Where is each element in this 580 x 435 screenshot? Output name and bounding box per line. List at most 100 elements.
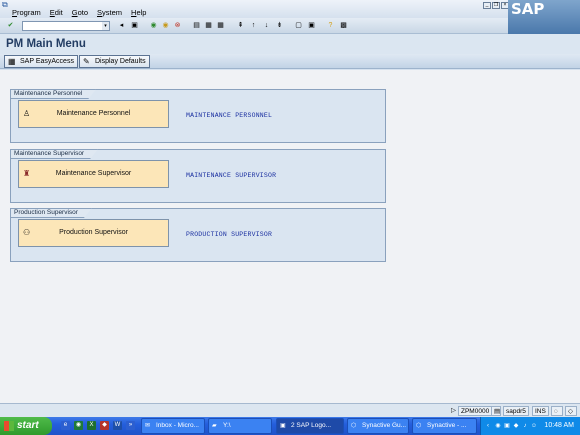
start-button[interactable]: start bbox=[0, 417, 52, 435]
tray-volume-icon[interactable]: ♪ bbox=[521, 422, 529, 430]
tray-network-icon[interactable]: ◉ bbox=[494, 422, 502, 430]
folder-icon: ▰ bbox=[212, 423, 217, 429]
internet-explorer-icon[interactable]: e bbox=[61, 421, 70, 430]
maintenance-supervisor-label: Maintenance Supervisor bbox=[55, 170, 132, 177]
taskbar-item-synactive-gui-label: Synactive Gu... bbox=[362, 422, 407, 429]
menu-items: Program Edit Goto System Help bbox=[12, 8, 155, 17]
title-bar: PM Main Menu bbox=[0, 34, 580, 54]
group-tab-maintenance-supervisor: Maintenance Supervisor bbox=[10, 149, 98, 159]
menu-bar: ⧉ Program Edit Goto System Help _ ❐ × bbox=[0, 0, 580, 18]
supervisor-icon: ♜ bbox=[23, 169, 31, 178]
content-area: Maintenance Personnel ♙ Maintenance Pers… bbox=[0, 70, 580, 403]
server-name: sapdr5 bbox=[503, 406, 529, 416]
command-field[interactable]: ▾ bbox=[22, 21, 110, 31]
enter-icon[interactable]: ✔ bbox=[5, 20, 16, 31]
taskbar-item-folder-label: Y:\ bbox=[223, 422, 231, 429]
outlook-icon: ✉ bbox=[145, 423, 151, 429]
group-maintenance-supervisor: Maintenance Supervisor ♜ Maintenance Sup… bbox=[10, 149, 386, 203]
maintenance-personnel-label: Maintenance Personnel bbox=[56, 110, 131, 117]
maintenance-supervisor-button[interactable]: ♜ Maintenance Supervisor bbox=[18, 160, 169, 188]
system-menu-icon[interactable]: ⧉ bbox=[2, 0, 8, 10]
input-mode[interactable]: INS bbox=[532, 406, 549, 416]
status-bar: ▷ ZPM0000 ▤ sapdr5 INS ◌ ◇ bbox=[0, 403, 580, 417]
binoculars-icon: ⚇ bbox=[23, 228, 31, 237]
save-icon[interactable]: ▣ bbox=[129, 20, 140, 31]
personnel-icon: ♙ bbox=[23, 109, 31, 118]
lock-icon: ◌ bbox=[551, 406, 563, 416]
tray-expand-icon[interactable]: ‹ bbox=[484, 422, 492, 430]
maintenance-personnel-button[interactable]: ♙ Maintenance Personnel bbox=[18, 100, 169, 128]
taskbar-item-synactive-label: Synactive - ... bbox=[427, 422, 467, 429]
status-end-icon: ◇ bbox=[565, 406, 577, 416]
sap-window-icon: ▣ bbox=[280, 423, 286, 429]
back-arrow-icon[interactable]: ◂ bbox=[116, 20, 127, 31]
group-production-supervisor: Production Supervisor ⚇ Production Super… bbox=[10, 208, 386, 262]
group-tab-maintenance-personnel: Maintenance Personnel bbox=[10, 89, 96, 99]
command-field-dropdown-icon[interactable]: ▾ bbox=[102, 22, 109, 30]
tray-messenger-icon[interactable]: ☺ bbox=[530, 422, 538, 430]
display-defaults-label: Display Defaults bbox=[95, 58, 146, 65]
status-expand-icon[interactable]: ▷ bbox=[449, 406, 458, 416]
restore-icon[interactable]: ❐ bbox=[492, 2, 500, 9]
start-label: start bbox=[17, 420, 39, 431]
taskbar-item-synactive[interactable]: ⬡ Synactive - ... bbox=[412, 418, 477, 434]
new-session-icon[interactable]: ▢ bbox=[293, 20, 304, 31]
production-supervisor-button[interactable]: ⚇ Production Supervisor bbox=[18, 219, 169, 247]
excel-icon[interactable]: X bbox=[87, 421, 96, 430]
quicklaunch-red-icon[interactable]: ◆ bbox=[100, 421, 109, 430]
easy-access-icon: ▦ bbox=[8, 57, 16, 66]
standard-toolbar: ✔ ▾ ◂ ▣ ◉ ◉ ⊗ ▤ ▦ ▦ ⇞ ↑ ↓ ⇟ ▢ ▣ ? ▩ bbox=[0, 18, 508, 34]
cancel-icon[interactable]: ⊗ bbox=[172, 20, 183, 31]
production-supervisor-label: Production Supervisor bbox=[59, 229, 128, 236]
taskbar-item-sap-logon-label: 2 SAP Logo... bbox=[291, 422, 331, 429]
help-icon[interactable]: ? bbox=[325, 20, 336, 31]
layout-icon[interactable]: ▩ bbox=[338, 20, 349, 31]
exit-icon[interactable]: ◉ bbox=[160, 20, 171, 31]
quicklaunch-icon[interactable]: ◉ bbox=[74, 421, 83, 430]
print-icon[interactable]: ▤ bbox=[191, 20, 202, 31]
previous-page-icon[interactable]: ↑ bbox=[248, 20, 259, 31]
server-list-icon[interactable]: ▤ bbox=[491, 406, 501, 416]
menu-help[interactable]: Help bbox=[131, 8, 146, 17]
application-toolbar: ▦ SAP EasyAccess ✎ Display Defaults bbox=[0, 54, 580, 69]
quicklaunch-more-icon[interactable]: » bbox=[126, 421, 135, 430]
maintenance-personnel-description: MAINTENANCE PERSONNEL bbox=[186, 112, 273, 119]
menu-program[interactable]: Program bbox=[12, 8, 41, 17]
windows-taskbar: start e ◉ X ◆ W » ✉ Inbox - Micro... ▰ Y… bbox=[0, 417, 580, 435]
word-icon[interactable]: W bbox=[113, 421, 122, 430]
taskbar-item-folder[interactable]: ▰ Y:\ bbox=[208, 418, 272, 434]
last-page-icon[interactable]: ⇟ bbox=[274, 20, 285, 31]
menu-system[interactable]: System bbox=[97, 8, 122, 17]
find-next-icon[interactable]: ▦ bbox=[215, 20, 226, 31]
window-controls: _ ❐ × bbox=[483, 2, 510, 9]
minimize-icon[interactable]: _ bbox=[483, 2, 491, 9]
display-defaults-button[interactable]: ✎ Display Defaults bbox=[79, 55, 150, 68]
taskbar-item-synactive-gui[interactable]: ⬡ Synactive Gu... bbox=[347, 418, 409, 434]
sap-easy-access-button[interactable]: ▦ SAP EasyAccess bbox=[4, 55, 78, 68]
shortcut-icon[interactable]: ▣ bbox=[306, 20, 317, 31]
production-supervisor-description: PRODUCTION SUPERVISOR bbox=[186, 231, 273, 238]
back-icon[interactable]: ◉ bbox=[148, 20, 159, 31]
next-page-icon[interactable]: ↓ bbox=[261, 20, 272, 31]
windows-logo-icon bbox=[4, 421, 14, 431]
menu-goto[interactable]: Goto bbox=[72, 8, 88, 17]
tray-app-icon[interactable]: ▣ bbox=[503, 422, 511, 430]
find-icon[interactable]: ▦ bbox=[203, 20, 214, 31]
first-page-icon[interactable]: ⇞ bbox=[235, 20, 246, 31]
tray-security-icon[interactable]: ◆ bbox=[512, 422, 520, 430]
maintenance-supervisor-description: MAINTENANCE SUPERVISOR bbox=[186, 172, 277, 179]
system-tray: ‹ ◉ ▣ ◆ ♪ ☺ 10:48 AM bbox=[480, 417, 580, 435]
transaction-code: ZPM0000 bbox=[458, 406, 493, 416]
sap-logo: SAP bbox=[508, 0, 580, 34]
taskbar-item-sap-logon[interactable]: ▣ 2 SAP Logo... bbox=[276, 418, 344, 434]
taskbar-item-inbox[interactable]: ✉ Inbox - Micro... bbox=[141, 418, 205, 434]
synactive-window-icon: ⬡ bbox=[416, 423, 422, 429]
menu-edit[interactable]: Edit bbox=[50, 8, 63, 17]
page-title: PM Main Menu bbox=[6, 38, 86, 50]
taskbar-item-inbox-label: Inbox - Micro... bbox=[156, 422, 199, 429]
group-maintenance-personnel: Maintenance Personnel ♙ Maintenance Pers… bbox=[10, 89, 386, 143]
sap-logo-text: SAP bbox=[511, 0, 545, 18]
taskbar-clock: 10:48 AM bbox=[544, 422, 574, 429]
display-defaults-icon: ✎ bbox=[83, 57, 90, 66]
sap-easy-access-label: SAP EasyAccess bbox=[20, 58, 74, 65]
